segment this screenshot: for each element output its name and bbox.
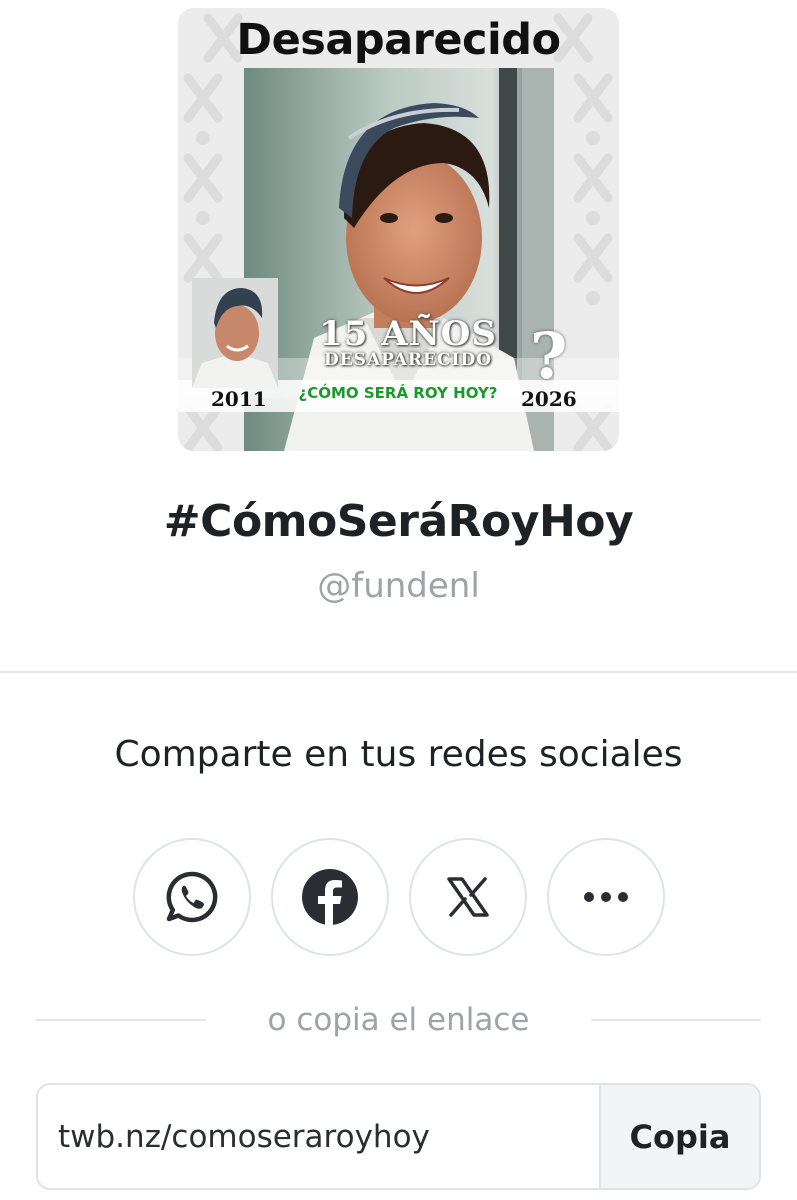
- x-share-button[interactable]: [409, 838, 527, 956]
- whatsapp-share-button[interactable]: [133, 838, 251, 956]
- more-icon: [584, 892, 628, 902]
- campaign-handle[interactable]: @fundenl: [0, 566, 797, 606]
- frame-title: Desaparecido: [236, 15, 561, 65]
- missing-label: DESAPARECIDO: [323, 350, 493, 370]
- whatsapp-icon: [166, 871, 218, 923]
- campaign-image: Desaparecido 15 AÑOS DESAPARECIDO ? 2011…: [178, 8, 619, 451]
- facebook-share-button[interactable]: [271, 838, 389, 956]
- link-box: Copia: [36, 1083, 761, 1190]
- x-icon: [447, 877, 489, 917]
- share-buttons: [133, 838, 665, 956]
- campaign-title: #CómoSeráRoyHoy: [163, 496, 634, 547]
- share-heading: Comparte en tus redes sociales: [114, 734, 683, 775]
- or-divider-right: [591, 1019, 761, 1021]
- thumbnail-photo: [192, 278, 278, 388]
- share-link-input[interactable]: [38, 1085, 599, 1188]
- section-divider: [0, 671, 797, 673]
- more-share-button[interactable]: [547, 838, 665, 956]
- facebook-icon: [302, 869, 358, 926]
- copy-button[interactable]: Copia: [599, 1085, 759, 1188]
- question-mark: ?: [530, 319, 568, 394]
- years-missing-text: 15 AÑOS: [319, 314, 497, 354]
- year-end: 2026: [521, 387, 577, 411]
- campaign-question: ¿CÓMO SERÁ ROY HOY?: [298, 384, 498, 402]
- share-page: Desaparecido 15 AÑOS DESAPARECIDO ? 2011…: [0, 0, 797, 1200]
- year-start: 2011: [211, 387, 267, 411]
